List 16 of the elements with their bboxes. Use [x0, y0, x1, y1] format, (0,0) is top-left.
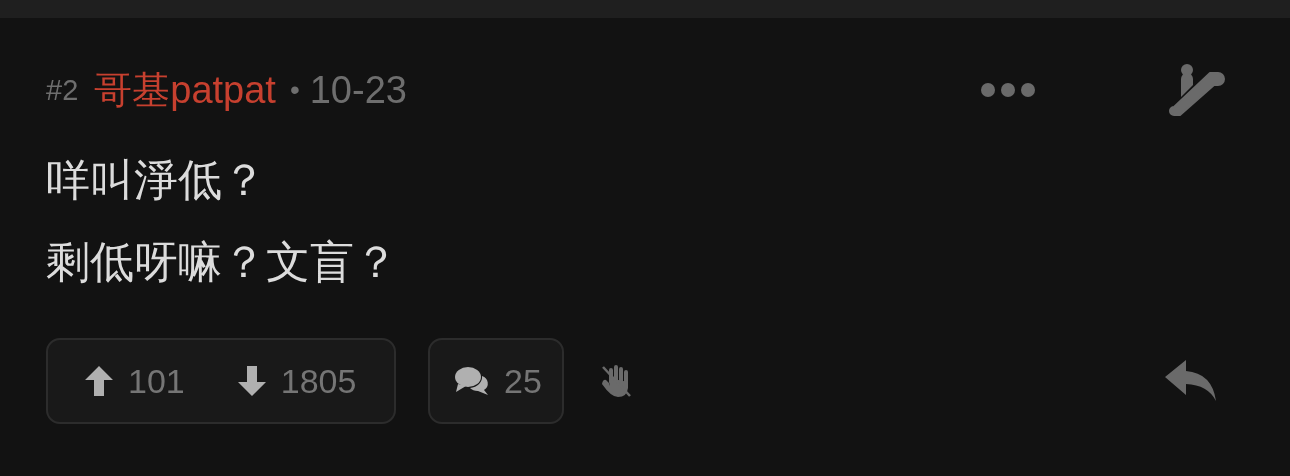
- post-date: 10-23: [309, 68, 407, 112]
- separator-dot: •: [289, 74, 300, 106]
- more-icon[interactable]: [980, 82, 1036, 98]
- post-text-line: 咩叫淨低？: [46, 154, 267, 206]
- upvote-arrow-icon[interactable]: [84, 365, 114, 397]
- reply-icon[interactable]: [1164, 359, 1218, 403]
- post-text-line: 剩低呀嘛？文盲？: [46, 236, 399, 288]
- post-number: #2: [46, 73, 79, 107]
- crossed-hand-icon[interactable]: [599, 364, 632, 398]
- speech-bubbles-icon: [454, 366, 490, 396]
- escalator-icon[interactable]: [1166, 63, 1226, 117]
- downvote-arrow-icon[interactable]: [236, 365, 267, 397]
- upvote-count: 101: [128, 361, 185, 401]
- comments-button[interactable]: 25: [428, 338, 564, 424]
- downvote-count: 1805: [280, 361, 357, 401]
- author-name[interactable]: 哥基patpat: [94, 64, 276, 116]
